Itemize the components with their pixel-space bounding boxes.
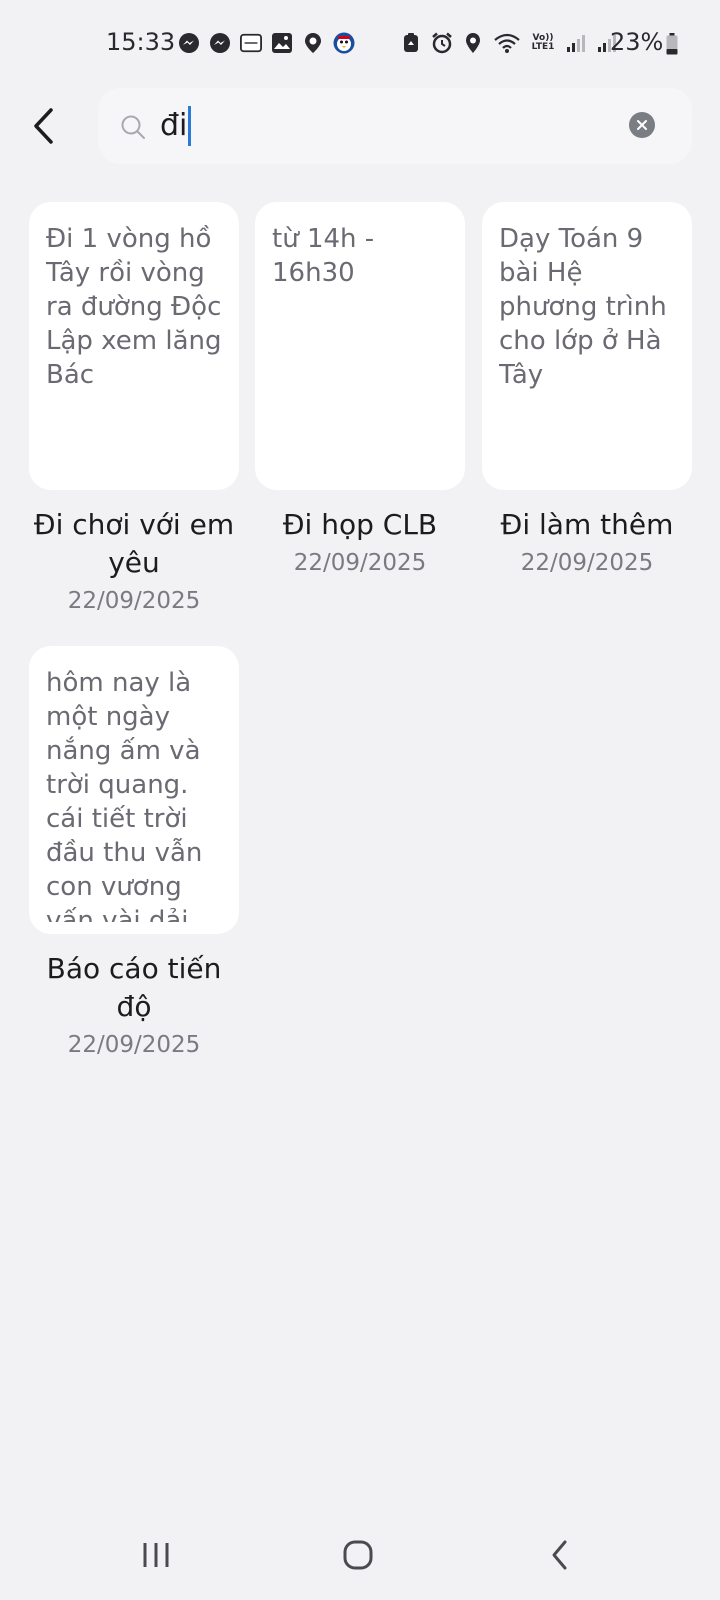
text-cursor: [188, 106, 192, 146]
signal-icon: [565, 32, 587, 54]
note-preview: Dạy Toán 9 bài Hệ phương trình cho lớp ở…: [499, 224, 675, 390]
clear-search-button[interactable]: [629, 112, 655, 138]
alarm-icon: [431, 32, 453, 54]
note-card[interactable]: hôm nay là một ngày nắng ấm và trời quan…: [29, 646, 239, 934]
notes-search-screen: 15:33 Vo)) LTE1 23% đi Đi 1 vòng hồ Tây …: [0, 0, 720, 1600]
battery-icon: [666, 33, 678, 55]
note-title: Đi họp CLB: [282, 508, 438, 541]
home-icon: [343, 1540, 373, 1570]
notes-app-icon: [240, 32, 262, 54]
status-time: 15:33: [106, 28, 176, 56]
penguin-app-icon: [333, 32, 355, 54]
search-query: đi: [160, 108, 188, 143]
lte-icon: Vo)) LTE1: [531, 33, 555, 52]
note-title: Đi chơi với em yêu: [33, 508, 235, 579]
note-item[interactable]: từ 14h - 16h30 Đi họp CLB 22/09/2025: [255, 202, 465, 580]
note-card[interactable]: Dạy Toán 9 bài Hệ phương trình cho lớp ở…: [482, 202, 692, 490]
note-date: 22/09/2025: [67, 588, 201, 614]
close-icon: [637, 120, 647, 130]
note-item[interactable]: Đi 1 vòng hồ Tây rồi vòng ra đường Độc L…: [29, 202, 239, 618]
battery-percentage: 23%: [610, 28, 664, 56]
notification-icons: [178, 32, 355, 54]
wifi-icon: [493, 32, 521, 54]
back-icon: [552, 1540, 567, 1570]
note-preview: từ 14h - 16h30: [272, 224, 383, 288]
home-button[interactable]: [328, 1530, 388, 1580]
note-preview: Đi 1 vòng hồ Tây rồi vòng ra đường Độc L…: [46, 224, 222, 390]
system-icons: Vo)) LTE1: [400, 32, 618, 54]
note-date: 22/09/2025: [520, 550, 654, 576]
messenger-icon: [178, 32, 200, 54]
status-bar: 15:33 Vo)) LTE1 23%: [0, 26, 720, 62]
note-card[interactable]: Đi 1 vòng hồ Tây rồi vòng ra đường Độc L…: [29, 202, 239, 490]
note-date: 22/09/2025: [293, 550, 427, 576]
navigation-bar: [0, 1512, 720, 1600]
note-card[interactable]: từ 14h - 16h30: [255, 202, 465, 490]
nav-back-button[interactable]: [530, 1530, 590, 1580]
note-preview: hôm nay là một ngày nắng ấm và trời quan…: [46, 668, 211, 922]
back-button[interactable]: [22, 100, 66, 152]
recent-apps-icon: [143, 1543, 169, 1567]
note-item[interactable]: Dạy Toán 9 bài Hệ phương trình cho lớp ở…: [482, 202, 692, 580]
note-title: Báo cáo tiến độ: [46, 952, 222, 1023]
gallery-icon: [271, 32, 293, 54]
search-input[interactable]: đi: [160, 106, 192, 146]
note-item[interactable]: hôm nay là một ngày nắng ấm và trời quan…: [29, 646, 239, 1062]
chevron-left-icon: [34, 108, 53, 144]
location-icon: [302, 32, 324, 54]
messenger-icon: [209, 32, 231, 54]
search-icon: [121, 115, 145, 139]
recent-apps-button[interactable]: [126, 1530, 186, 1580]
recycle-icon: [400, 32, 422, 54]
note-date: 22/09/2025: [67, 1032, 201, 1058]
location-icon: [462, 32, 484, 54]
note-title: Đi làm thêm: [500, 508, 674, 541]
search-bar[interactable]: đi: [98, 88, 692, 164]
